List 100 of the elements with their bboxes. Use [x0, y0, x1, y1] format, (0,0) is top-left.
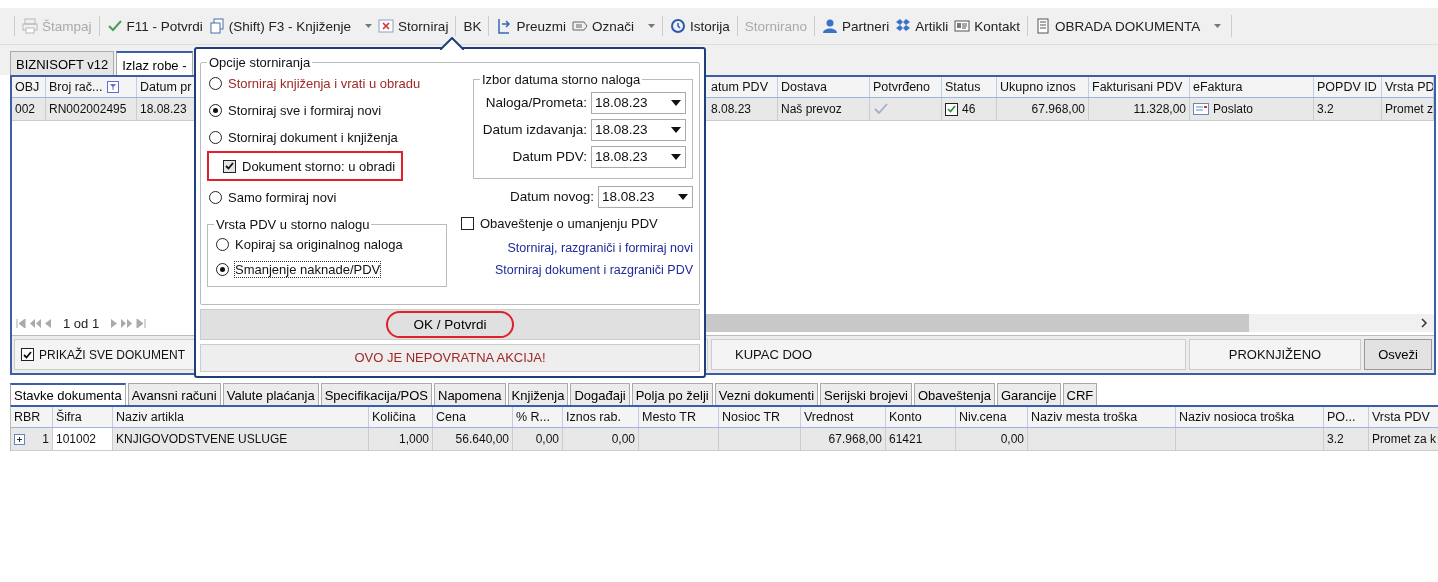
column-header[interactable]: Fakturisani PDV: [1089, 77, 1190, 97]
radio-option[interactable]: Kopiraj sa originalnog naloga: [214, 232, 440, 257]
detail-tab[interactable]: Vezni dokumenti: [714, 383, 819, 405]
document-tab[interactable]: Izlaz robe -: [116, 51, 193, 75]
checkbox[interactable]: [945, 102, 958, 116]
radio-option[interactable]: Smanjenje naknade/PDV: [214, 257, 440, 282]
toolbar-button[interactable]: Istorija: [666, 15, 733, 37]
detail-tab[interactable]: Obaveštenja: [913, 383, 995, 405]
column-header[interactable]: Ukupno iznos: [997, 77, 1089, 97]
filter-icon[interactable]: [106, 81, 119, 93]
detail-tab[interactable]: Knjiženja: [507, 383, 569, 405]
toolbar-button[interactable]: Storniraj: [375, 15, 452, 37]
expand-icon[interactable]: [14, 433, 25, 445]
customer-name: KUPAC DOO: [711, 339, 1186, 370]
column-header[interactable]: Mesto TR: [639, 407, 719, 427]
scroll-right-icon[interactable]: [1420, 318, 1428, 328]
detail-tab[interactable]: CRF: [1062, 383, 1098, 405]
contact-card-icon: [954, 18, 971, 34]
option-label: Storniraj knjiženja i vrati u obradu: [228, 76, 421, 91]
column-header[interactable]: Naziv nosioca troška: [1176, 407, 1324, 427]
date-dropdown[interactable]: 18.08.23: [591, 145, 686, 168]
radio-option[interactable]: Samo formiraj novi: [207, 184, 447, 211]
action-link[interactable]: Storniraj dokument i razgraniči PDV: [495, 259, 693, 281]
field-label: Datum PDV:: [512, 149, 587, 164]
toolbar-button[interactable]: Kontakt: [951, 15, 1024, 37]
document-tab[interactable]: BIZNISOFT v12: [10, 51, 115, 75]
detail-tab[interactable]: Stavke dokumenta: [10, 383, 126, 405]
column-header[interactable]: Vrednost: [801, 407, 886, 427]
detail-tab[interactable]: Događaji: [570, 383, 630, 405]
toolbar-button[interactable]: Artikli: [892, 15, 952, 37]
import-arrow-icon: [496, 18, 513, 34]
column-header[interactable]: Vrsta PDV: [1369, 407, 1438, 427]
checkbox[interactable]: [21, 348, 34, 361]
detail-tab[interactable]: Avansni računi: [127, 383, 221, 405]
detail-tab[interactable]: Polja po želji: [631, 383, 713, 405]
column-header[interactable]: Naziv mesta troška: [1028, 407, 1176, 427]
detail-tab[interactable]: Valute plaćanja: [222, 383, 319, 405]
column-header[interactable]: Iznos rab.: [563, 407, 639, 427]
checkbox[interactable]: [461, 217, 474, 230]
copy-icon: [208, 18, 225, 34]
radio-button[interactable]: [209, 191, 222, 204]
checkbox[interactable]: [223, 159, 236, 173]
date-dropdown[interactable]: 18.08.23: [591, 91, 686, 114]
column-header[interactable]: RBR: [11, 407, 53, 427]
column-header[interactable]: Status: [942, 77, 997, 97]
column-header[interactable]: Naziv artikla: [113, 407, 369, 427]
column-header[interactable]: Dostava: [778, 77, 870, 97]
option-label: Dokument storno: u obradi: [242, 158, 396, 174]
radio-button[interactable]: [216, 238, 229, 251]
table-cell: 0,00: [513, 428, 563, 450]
ok-button[interactable]: OK / Potvrdi: [385, 310, 515, 338]
caret-icon: [647, 24, 655, 28]
table-cell: 8.08.23: [708, 98, 778, 120]
radio-button[interactable]: [209, 131, 222, 144]
toolbar-button[interactable]: Označi: [568, 15, 658, 37]
detail-tab[interactable]: Napomena: [434, 383, 506, 405]
toolbar-button[interactable]: BK: [460, 15, 485, 37]
group-title: Izbor datuma storno naloga: [481, 72, 642, 87]
caret-icon: [1214, 24, 1222, 28]
column-header[interactable]: eFaktura: [1190, 77, 1314, 97]
column-header[interactable]: Šifra: [53, 407, 113, 427]
column-header[interactable]: Cena: [433, 407, 513, 427]
column-header[interactable]: Konto: [886, 407, 956, 427]
radio-button[interactable]: [216, 263, 229, 276]
page-indicator: 1 od 1: [62, 315, 101, 331]
radio-button[interactable]: [209, 77, 222, 90]
toolbar-button[interactable]: Preuzmi: [493, 15, 569, 37]
radio-option[interactable]: Storniraj dokument i knjiženja: [207, 124, 447, 151]
boxes-icon: [895, 18, 912, 34]
detail-tab[interactable]: Garancije: [996, 383, 1061, 405]
toolbar-button[interactable]: F11 - Potvrdi: [103, 15, 206, 37]
checkbox-option[interactable]: Dokument storno: u obradi: [207, 151, 404, 181]
date-dropdown[interactable]: 18.08.23: [598, 185, 693, 208]
table-cell: 67.968,00: [997, 98, 1089, 120]
detail-tab[interactable]: Specifikacija/POS: [320, 383, 432, 405]
toolbar-button[interactable]: OBRADA DOKUMENTA: [1032, 15, 1233, 37]
table-cell: 101002: [53, 428, 113, 450]
horizontal-scrollbar[interactable]: [704, 314, 1434, 332]
date-dropdown[interactable]: 18.08.23: [591, 118, 686, 141]
x-document-icon: [378, 18, 395, 34]
column-header[interactable]: Količina: [369, 407, 433, 427]
toolbar-button[interactable]: (Shift) F3 - Knjiženje: [205, 15, 376, 37]
checkbox-option[interactable]: Obaveštenje o umanjenju PDV: [459, 210, 658, 237]
column-header[interactable]: Potvrđeno: [870, 77, 942, 97]
column-header[interactable]: Broj rač...: [46, 77, 137, 97]
column-header[interactable]: % R...: [513, 407, 563, 427]
column-header[interactable]: OBJ: [12, 77, 46, 97]
column-header[interactable]: atum PDV: [708, 77, 778, 97]
toolbar-button[interactable]: Partneri: [819, 15, 893, 37]
column-header[interactable]: PO...: [1324, 407, 1369, 427]
column-header[interactable]: POPDV ID: [1314, 77, 1382, 97]
column-header[interactable]: Nosioc TR: [719, 407, 801, 427]
dropdown-arrow-icon: [671, 99, 681, 106]
column-header[interactable]: Niv.cena: [956, 407, 1028, 427]
detail-tab[interactable]: Serijski brojevi: [820, 383, 912, 405]
field-label: Datum novog:: [509, 189, 594, 204]
refresh-button[interactable]: Osveži: [1364, 339, 1432, 370]
radio-button[interactable]: [209, 104, 222, 117]
group-title: Opcije storniranja: [208, 55, 312, 70]
action-link[interactable]: Storniraj, razgraniči i formiraj novi: [507, 237, 693, 259]
